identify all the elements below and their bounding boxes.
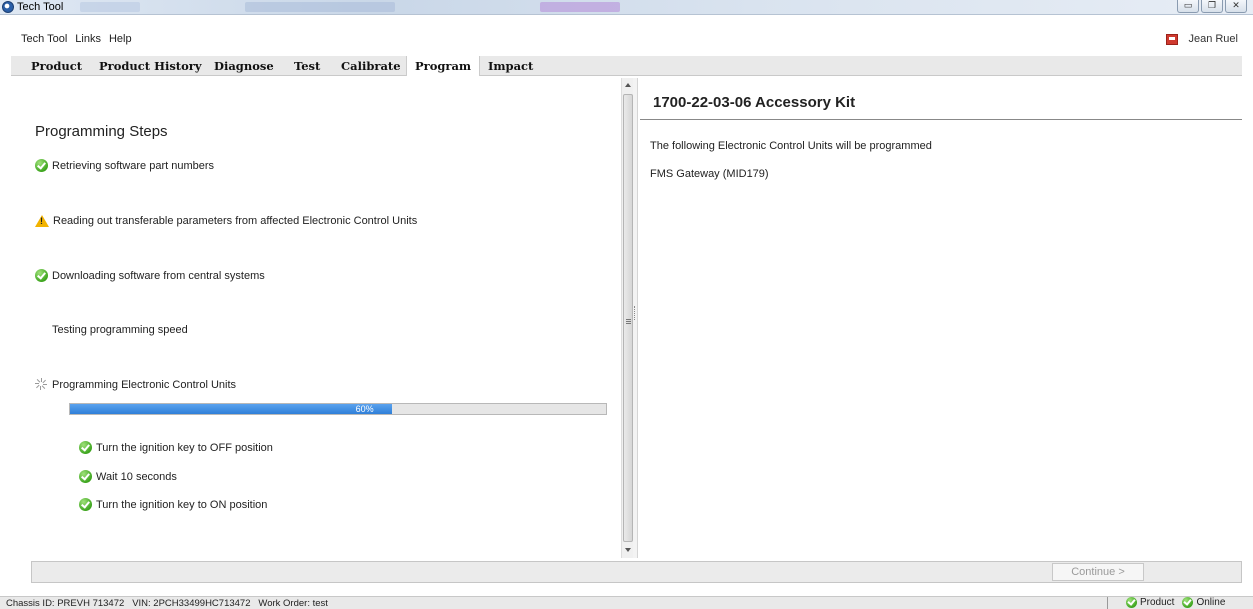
- status-bar: Chassis ID: PREVH 713472 VIN: 2PCH33499H…: [0, 596, 1253, 609]
- continue-button[interactable]: Continue >: [1052, 563, 1144, 581]
- check-icon: [79, 498, 92, 511]
- tab-program[interactable]: Program: [406, 56, 481, 76]
- user-info: Jean Ruel: [1166, 33, 1238, 45]
- tech-tool-app-icon: [2, 1, 14, 13]
- substep-row: Turn the ignition key to ON position: [79, 498, 267, 511]
- step-row: Testing programming speed: [35, 323, 188, 336]
- menu-item-help[interactable]: Help: [105, 33, 136, 45]
- tab-test[interactable]: Test: [286, 56, 328, 76]
- tab-product-history[interactable]: Product History: [91, 56, 210, 76]
- minimize-icon[interactable]: ▭: [1177, 0, 1199, 13]
- ecu-list-item: FMS Gateway (MID179): [650, 168, 769, 180]
- scroll-down-icon[interactable]: [625, 548, 631, 552]
- step-label: Programming Electronic Control Units: [52, 378, 237, 391]
- tab-impact[interactable]: Impact: [480, 56, 541, 76]
- step-label: Testing programming speed: [52, 323, 188, 336]
- step-row: Downloading software from central system…: [35, 269, 265, 282]
- empty-status-icon: [35, 323, 48, 336]
- status-divider: [1107, 597, 1108, 609]
- substep-row: Turn the ignition key to OFF position: [79, 441, 273, 454]
- blurred-taskbar-strip: [245, 2, 395, 12]
- loading-spinner-icon: [35, 378, 48, 391]
- substep-row: Wait 10 seconds: [79, 470, 177, 483]
- check-icon: [35, 269, 48, 282]
- substep-label: Turn the ignition key to OFF position: [96, 441, 273, 454]
- product-status: Product: [1126, 597, 1174, 608]
- action-bar: Continue >: [31, 561, 1242, 583]
- pane-splitter[interactable]: [633, 78, 638, 558]
- scroll-up-icon[interactable]: [625, 83, 631, 87]
- logout-icon[interactable]: [1166, 33, 1179, 45]
- tab-calibrate[interactable]: Calibrate: [333, 56, 409, 76]
- check-icon: [35, 159, 48, 172]
- programming-progress-bar: 60%: [69, 403, 607, 415]
- programming-steps-title: Programming Steps: [35, 123, 168, 140]
- vehicle-info: Chassis ID: PREVH 713472 VIN: 2PCH33499H…: [6, 598, 328, 609]
- step-row: Retrieving software part numbers: [35, 159, 214, 172]
- online-status-label: Online: [1196, 597, 1226, 608]
- grip-icon: [626, 319, 631, 324]
- window-title: Tech Tool: [17, 1, 64, 13]
- programming-steps-panel: Programming Steps Retrieving software pa…: [19, 78, 621, 558]
- main-tabs: Product Product History Diagnose Test Ca…: [11, 56, 1242, 76]
- menu-bar: Tech Tool Links Help Jean Ruel: [11, 30, 1242, 50]
- check-icon: [1182, 597, 1194, 608]
- status-indicators: Product Online: [1126, 597, 1225, 608]
- window-titlebar: Tech Tool ▭ ❐ ✕: [0, 0, 1253, 15]
- online-status: Online: [1182, 597, 1225, 608]
- scroll-thumb[interactable]: [623, 94, 633, 542]
- menu-item-tech-tool[interactable]: Tech Tool: [17, 33, 71, 45]
- step-row: Programming Electronic Control Units: [35, 378, 236, 391]
- blurred-taskbar-strip: [80, 2, 140, 12]
- blurred-taskbar-strip: [540, 2, 620, 12]
- warning-icon: [35, 214, 49, 227]
- kit-title: 1700-22-03-06 Accessory Kit: [653, 94, 856, 111]
- substep-label: Wait 10 seconds: [96, 470, 177, 483]
- tab-diagnose[interactable]: Diagnose: [206, 56, 282, 76]
- restore-icon[interactable]: ❐: [1201, 0, 1223, 13]
- menu-item-links[interactable]: Links: [71, 33, 105, 45]
- kit-info-panel: 1700-22-03-06 Accessory Kit The followin…: [640, 78, 1242, 558]
- kit-intro-text: The following Electronic Control Units w…: [650, 140, 932, 152]
- check-icon: [1126, 597, 1137, 608]
- product-status-label: Product: [1140, 597, 1175, 608]
- step-row: Reading out transferable parameters from…: [35, 214, 417, 227]
- check-icon: [79, 470, 92, 483]
- splitter-grip-icon: [634, 306, 636, 320]
- check-icon: [79, 441, 92, 454]
- user-name: Jean Ruel: [1188, 33, 1238, 45]
- step-label: Reading out transferable parameters from…: [53, 214, 418, 227]
- step-label: Downloading software from central system…: [52, 269, 265, 282]
- tab-product[interactable]: Product: [23, 56, 90, 76]
- window-controls: ▭ ❐ ✕: [1177, 0, 1247, 14]
- steps-scrollbar[interactable]: [621, 78, 633, 558]
- substep-label: Turn the ignition key to ON position: [96, 498, 268, 511]
- title-divider: [640, 119, 1242, 120]
- progress-label: 60%: [355, 404, 374, 414]
- close-icon[interactable]: ✕: [1225, 0, 1247, 13]
- step-label: Retrieving software part numbers: [52, 159, 215, 172]
